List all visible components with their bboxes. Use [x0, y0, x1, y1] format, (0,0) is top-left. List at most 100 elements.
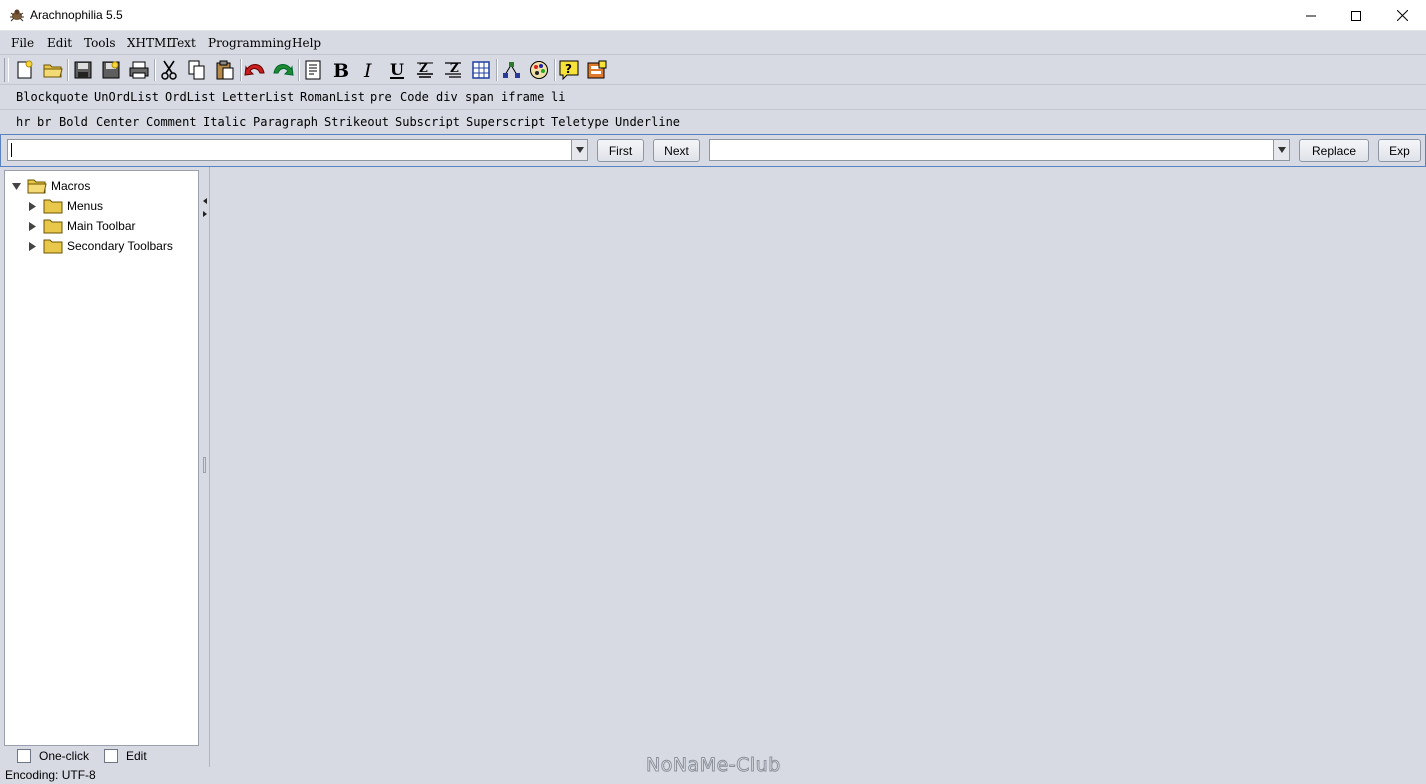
collapse-arrows-icon[interactable] — [203, 198, 208, 218]
tag-div[interactable]: div — [436, 90, 458, 104]
undo-icon[interactable] — [244, 59, 266, 81]
bold-icon[interactable]: B — [330, 59, 352, 81]
menu-text[interactable]: Text — [170, 36, 196, 50]
tag-hr[interactable]: hr — [16, 115, 30, 129]
close-button[interactable] — [1379, 0, 1425, 31]
tag-span[interactable]: span — [465, 90, 494, 104]
tree-label-macros: Macros — [51, 179, 91, 193]
tag-teletype[interactable]: Teletype — [551, 115, 609, 129]
tag-unordlist[interactable]: UnOrdList — [94, 90, 159, 104]
menu-tools[interactable]: Tools — [84, 36, 116, 50]
open-folder-icon — [27, 179, 47, 194]
document-icon[interactable] — [302, 59, 324, 81]
menu-xhtml[interactable]: XHTML — [127, 36, 174, 50]
tag-subscript[interactable]: Subscript — [395, 115, 460, 129]
tree-label-secondary-toolbars: Secondary Toolbars — [67, 239, 173, 253]
maximize-icon — [1351, 10, 1361, 21]
right-align-icon[interactable]: Z — [442, 59, 464, 81]
macro-tree[interactable]: Macros Menus Main Toolbar Secondary Tool… — [4, 170, 199, 746]
italic-icon[interactable]: I — [358, 59, 380, 81]
menu-programming[interactable]: Programming — [208, 36, 292, 50]
collapsed-triangle-icon[interactable] — [27, 201, 37, 211]
tag-br[interactable]: br — [37, 115, 51, 129]
editor-area[interactable] — [211, 167, 1426, 767]
svg-text:B: B — [333, 60, 349, 80]
tag-underline[interactable]: Underline — [615, 115, 680, 129]
tag-strikeout[interactable]: Strikeout — [324, 115, 389, 129]
edit-checkbox[interactable] — [104, 749, 118, 763]
search-dropdown-button[interactable] — [571, 140, 587, 160]
split-pane-divider[interactable] — [202, 167, 210, 767]
tree-node-menus[interactable]: Menus — [27, 197, 103, 215]
tree-node-main-toolbar[interactable]: Main Toolbar — [27, 217, 135, 235]
one-click-option[interactable]: One-click — [17, 749, 89, 763]
first-button[interactable]: First — [597, 139, 644, 162]
svg-text:U: U — [390, 60, 404, 79]
paste-icon[interactable] — [214, 59, 236, 81]
copy-icon[interactable] — [186, 59, 208, 81]
replace-dropdown-button[interactable] — [1273, 140, 1289, 160]
macro-panel: Macros Menus Main Toolbar Secondary Tool… — [0, 167, 202, 767]
next-button[interactable]: Next — [653, 139, 700, 162]
exp-button[interactable]: Exp — [1378, 139, 1421, 162]
edit-option[interactable]: Edit — [104, 749, 147, 763]
tag-center[interactable]: Center — [96, 115, 139, 129]
one-click-label: One-click — [39, 749, 90, 763]
replace-button[interactable]: Replace — [1299, 139, 1369, 162]
underline-icon[interactable]: U — [386, 59, 408, 81]
title-bar: Arachnophilia 5.5 — [0, 0, 1426, 31]
macro-icon[interactable] — [586, 59, 608, 81]
tag-toolbar-2: hr br Bold Center Comment Italic Paragra… — [0, 110, 1426, 135]
toolbar-grip[interactable] — [4, 58, 9, 82]
tree-node-secondary-toolbars[interactable]: Secondary Toolbars — [27, 237, 173, 255]
collapsed-triangle-icon[interactable] — [27, 221, 37, 231]
tag-bold[interactable]: Bold — [59, 115, 88, 129]
find-replace-bar: First Next Replace Exp — [0, 134, 1426, 167]
tag-italic[interactable]: Italic — [203, 115, 246, 129]
chevron-down-icon — [575, 147, 584, 153]
maximize-button[interactable] — [1333, 0, 1379, 31]
tag-romanlist[interactable]: RomanList — [300, 90, 365, 104]
tag-li[interactable]: li — [551, 90, 565, 104]
watermark-text: NoNaMe-Club — [646, 754, 781, 777]
menu-help[interactable]: Help — [292, 36, 321, 50]
color-palette-icon[interactable] — [528, 59, 550, 81]
center-align-icon[interactable]: Z — [414, 59, 436, 81]
tag-blockquote[interactable]: Blockquote — [16, 90, 88, 104]
expanded-triangle-icon[interactable] — [11, 181, 21, 191]
replace-combo[interactable] — [709, 139, 1290, 161]
menu-edit[interactable]: Edit — [47, 36, 72, 50]
redo-icon[interactable] — [272, 59, 294, 81]
folder-icon — [43, 219, 63, 234]
folder-icon — [43, 199, 63, 214]
tag-ordlist[interactable]: OrdList — [165, 90, 216, 104]
cut-icon[interactable] — [158, 59, 180, 81]
tree-node-macros[interactable]: Macros — [11, 177, 90, 195]
save-all-icon[interactable] — [100, 59, 122, 81]
menu-bar: File Edit Tools XHTML Text Programming H… — [0, 31, 1426, 55]
open-folder-icon[interactable] — [42, 59, 64, 81]
tag-superscript[interactable]: Superscript — [466, 115, 545, 129]
one-click-checkbox[interactable] — [17, 749, 31, 763]
tag-letterlist[interactable]: LetterList — [222, 90, 294, 104]
collapsed-triangle-icon[interactable] — [27, 241, 37, 251]
table-icon[interactable] — [470, 59, 492, 81]
main-toolbar: B I U Z Z ? — [0, 55, 1426, 85]
tag-iframe[interactable]: iframe — [501, 90, 544, 104]
menu-file[interactable]: File — [11, 36, 34, 50]
svg-text:?: ? — [565, 62, 572, 76]
tag-code[interactable]: Code — [400, 90, 429, 104]
divider-grip[interactable] — [203, 457, 206, 473]
edit-label: Edit — [126, 749, 147, 763]
print-icon[interactable] — [128, 59, 150, 81]
tree-structure-icon[interactable] — [500, 59, 522, 81]
minimize-button[interactable] — [1288, 0, 1334, 31]
spider-app-icon — [10, 9, 24, 22]
tag-pre[interactable]: pre — [370, 90, 392, 104]
save-icon[interactable] — [72, 59, 94, 81]
new-file-icon[interactable] — [14, 59, 36, 81]
tag-comment[interactable]: Comment — [146, 115, 197, 129]
search-combo[interactable] — [7, 139, 588, 161]
tag-paragraph[interactable]: Paragraph — [253, 115, 318, 129]
help-icon[interactable]: ? — [558, 59, 580, 81]
